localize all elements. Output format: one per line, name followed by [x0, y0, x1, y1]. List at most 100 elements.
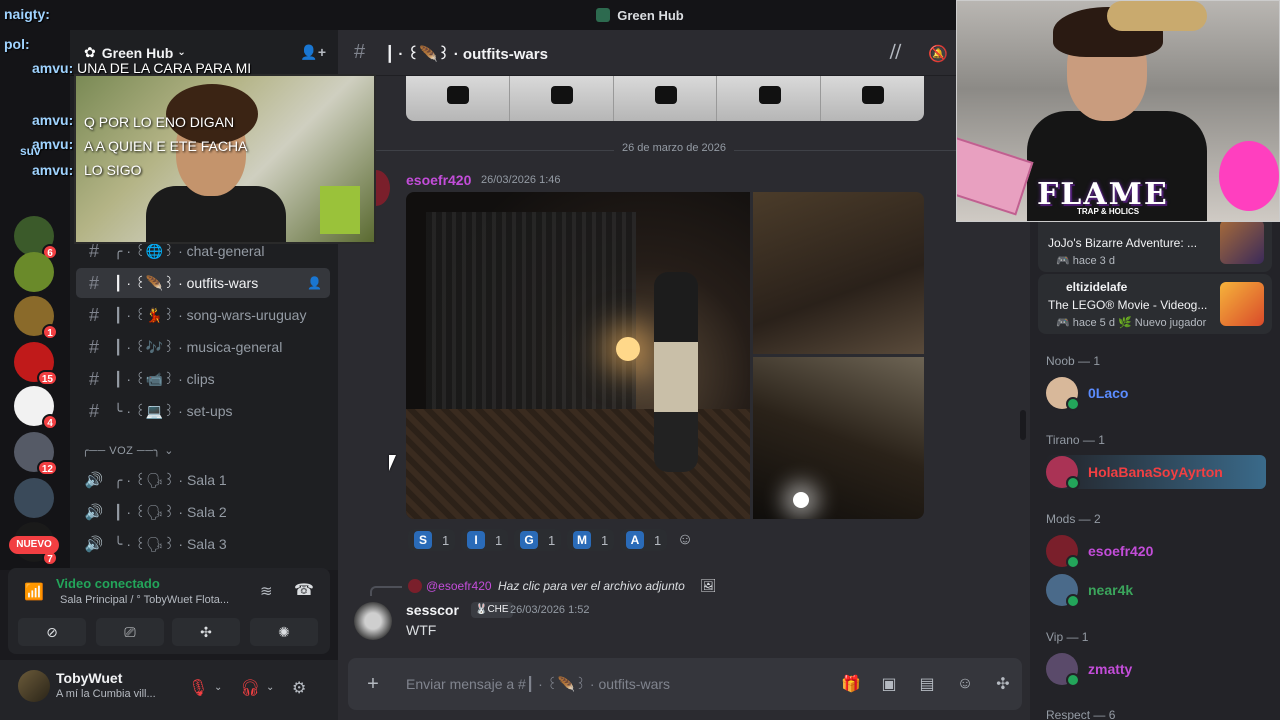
- hash-icon: #: [88, 368, 99, 389]
- reply-author[interactable]: @esoefr420: [426, 579, 492, 593]
- guild-item[interactable]: 4: [14, 386, 58, 430]
- activities-button[interactable]: ✣: [172, 618, 240, 646]
- channel-musica-general[interactable]: # ┃ · ꒰🎶꒱ · musica-general: [76, 332, 330, 362]
- mic-muted-icon[interactable]: 🎙︎: [188, 678, 208, 698]
- voice-channel-sala-1[interactable]: 🔊 ╭ · ꒰🗣꒱ · Sala 1: [76, 465, 330, 495]
- voice-channel-sala-3[interactable]: 🔊 ╰ · ꒰🗣꒱ · Sala 3: [76, 529, 330, 559]
- server-name: Green Hub: [101, 44, 174, 61]
- chevron-down-icon[interactable]: ⌄: [266, 682, 274, 693]
- settings-gear-icon[interactable]: ⚙: [292, 678, 306, 698]
- image-attachment[interactable]: [406, 192, 750, 519]
- hash-icon: #: [354, 41, 366, 63]
- channel-outfits-wars[interactable]: # ┃ · ꒰🪶꒱ · outfits-wars 👤: [76, 268, 330, 298]
- guild-item[interactable]: 1: [14, 296, 58, 340]
- deafen-icon[interactable]: 🎧︎: [240, 678, 260, 698]
- notifications-off-icon[interactable]: 🔕: [928, 44, 948, 64]
- avatar: [1046, 456, 1080, 490]
- member-item[interactable]: near4k: [1046, 573, 1266, 608]
- reply-preview[interactable]: Haz clic para ver el archivo adjunto: [498, 579, 685, 593]
- message-content: WTF: [406, 622, 437, 638]
- scrollbar-thumb[interactable]: [1020, 410, 1026, 440]
- reaction-pill[interactable]: I1: [461, 529, 509, 551]
- member-name: zmatty: [1088, 661, 1133, 677]
- avatar[interactable]: [18, 670, 50, 702]
- voice-status: Video conectado: [56, 576, 160, 591]
- hash-icon: #: [88, 400, 99, 421]
- role-header: Respect — 6: [1046, 708, 1116, 720]
- guild-item[interactable]: [14, 478, 54, 518]
- voice-location[interactable]: Sala Principal / ° TobyWuet Flota...: [60, 594, 248, 606]
- camera-off-button[interactable]: ⊘: [18, 618, 86, 646]
- previous-image-attachment[interactable]: [406, 76, 924, 121]
- unread-badge: 15: [36, 370, 58, 386]
- mouse-cursor: [389, 455, 403, 471]
- reaction-emoji: M: [573, 531, 591, 549]
- member-name: 0Laco: [1088, 385, 1129, 401]
- activity-card[interactable]: eltizidelafe The LEGO® Movie - Videog...…: [1038, 274, 1272, 334]
- reaction-pill[interactable]: S1: [408, 529, 456, 551]
- threads-icon[interactable]: ⧸⧸: [890, 44, 901, 62]
- activity-ago: 🎮 hace 3 d: [1056, 255, 1115, 267]
- channel-set-ups[interactable]: # ╰ · ꒰💻꒱ · set-ups: [76, 396, 330, 426]
- message-author[interactable]: sesscor: [406, 602, 459, 618]
- voice-channel-sala-2[interactable]: 🔊 ┃ · ꒰🗣꒱ · Sala 2: [76, 497, 330, 527]
- new-badge[interactable]: NUEVO: [9, 536, 59, 554]
- noise-suppression-icon[interactable]: ≋: [260, 582, 273, 600]
- disconnect-icon[interactable]: ☎: [294, 580, 314, 600]
- channel-header: # ┃ · ꒰🪶꒱ · outfits-wars ⧸⧸ 🔕: [338, 30, 1030, 76]
- attach-plus-icon[interactable]: +: [348, 673, 398, 696]
- username[interactable]: TobyWuet: [56, 670, 122, 686]
- member-item[interactable]: 0Laco: [1046, 376, 1266, 411]
- screen-share-icon: ⎚: [124, 623, 136, 640]
- image-attachment[interactable]: [753, 192, 924, 354]
- guild-tag[interactable]: 🐰CHE: [471, 602, 513, 618]
- emoji-icon[interactable]: ☺: [946, 675, 984, 693]
- gear-badge-icon: ✿: [84, 44, 96, 60]
- screen-share-button[interactable]: ⎚: [96, 618, 164, 646]
- game-thumbnail: [1220, 282, 1264, 326]
- member-name: esoefr420: [1088, 543, 1154, 559]
- message-composer: + 🎁 ▣ ▤ ☺ ✣: [348, 658, 1022, 710]
- guild-item[interactable]: 12: [14, 432, 58, 476]
- message-author[interactable]: esoefr420: [406, 172, 471, 188]
- add-member-icon[interactable]: 👤+: [300, 44, 326, 61]
- channel-song-wars[interactable]: # ┃ · ꒰💃꒱ · song-wars-uruguay: [76, 300, 330, 330]
- message-input[interactable]: [406, 676, 832, 692]
- reaction-pill[interactable]: M1: [567, 529, 615, 551]
- server-header[interactable]: ✿ Green Hub ⌄ 👤+: [70, 30, 338, 76]
- unread-badge: 12: [36, 460, 58, 476]
- reaction-count: 1: [442, 532, 450, 548]
- image-attachment[interactable]: [753, 357, 924, 519]
- activity-game: The LEGO® Movie - Videog...: [1048, 298, 1208, 312]
- reaction-emoji: I: [467, 531, 485, 549]
- chevron-down-icon[interactable]: ⌄: [214, 682, 222, 693]
- member-item[interactable]: HolaBanaSoyAyrton: [1046, 455, 1266, 490]
- invite-icon[interactable]: 👤: [307, 276, 322, 290]
- avatar[interactable]: [354, 602, 392, 640]
- sticker-icon[interactable]: ▤: [908, 674, 946, 694]
- channel-clips[interactable]: # ┃ · ꒰📹꒱ · clips: [76, 364, 330, 394]
- voice-category[interactable]: ╭── VOZ ──╮ ⌄: [82, 444, 174, 457]
- member-name: HolaBanaSoyAyrton: [1088, 464, 1223, 480]
- member-item[interactable]: esoefr420: [1046, 534, 1266, 569]
- voice-channel-label: ╭ · ꒰🗣꒱ · Sala 1: [114, 472, 227, 488]
- streamer-webcam: FLAME TRAP & HOLICS: [956, 0, 1280, 222]
- flame-logo-sub: TRAP & HOLICS: [1077, 207, 1140, 216]
- reaction-pill[interactable]: A1: [620, 529, 668, 551]
- add-reaction-icon[interactable]: ☺: [674, 529, 696, 551]
- role-header: Mods — 2: [1046, 512, 1101, 526]
- channel-label: ╭ · ꒰🌐꒱ · chat-general: [114, 243, 265, 259]
- member-item[interactable]: zmatty: [1046, 652, 1266, 687]
- reaction-pill[interactable]: G1: [514, 529, 562, 551]
- server-icon: [596, 8, 611, 22]
- guild-item[interactable]: 15: [14, 342, 58, 386]
- guild-item[interactable]: 6: [14, 216, 58, 260]
- dollar-sticker: [957, 134, 1034, 216]
- gif-icon[interactable]: ▣: [870, 674, 908, 694]
- reply-connector: [370, 586, 402, 596]
- guild-item[interactable]: [14, 252, 54, 292]
- apps-icon[interactable]: ✣: [984, 674, 1022, 694]
- gift-icon[interactable]: 🎁: [832, 674, 870, 694]
- signal-icon[interactable]: 📶: [24, 582, 44, 602]
- soundboard-button[interactable]: ✺: [250, 618, 318, 646]
